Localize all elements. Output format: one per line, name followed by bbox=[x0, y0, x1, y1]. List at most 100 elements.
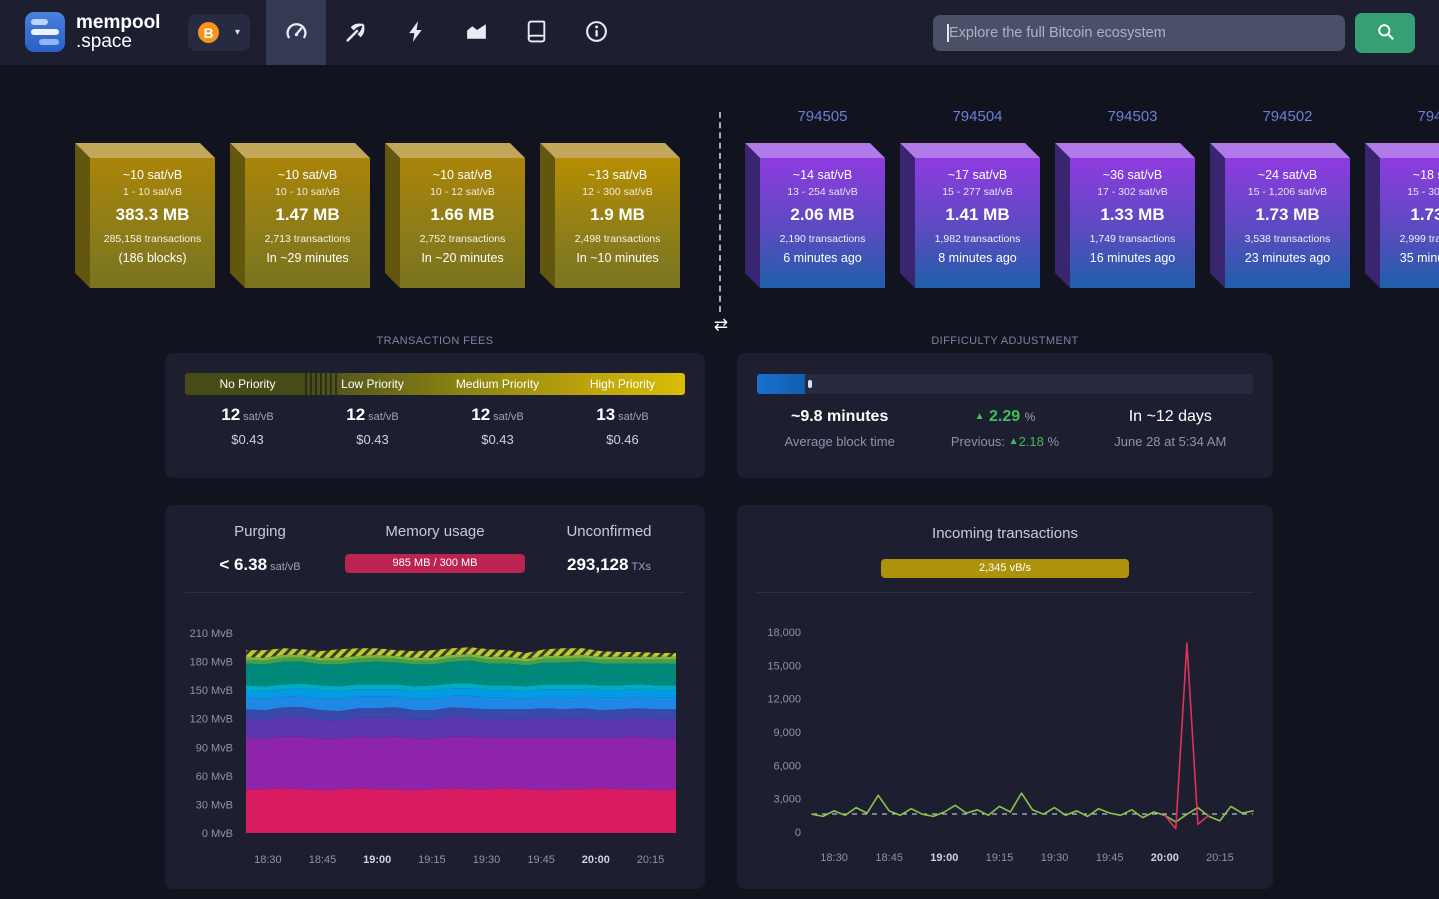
fee-tier: 12sat/vB $0.43 bbox=[310, 405, 435, 447]
search-button[interactable] bbox=[1355, 13, 1415, 53]
svg-text:18:30: 18:30 bbox=[254, 854, 282, 866]
transaction-fees-title: TRANSACTION FEES bbox=[165, 335, 705, 347]
block-size: 1.47 MB bbox=[275, 205, 339, 225]
pickaxe-icon bbox=[344, 19, 369, 47]
svg-text:15,000: 15,000 bbox=[767, 660, 801, 672]
block-size: 1.73 MB bbox=[1255, 205, 1319, 225]
block-front-face: ~17 sat/vB 15 - 277 sat/vB 1.41 MB 1,982… bbox=[915, 158, 1040, 288]
network-dropdown[interactable]: B ▾ bbox=[188, 14, 250, 51]
block-fee-range: 15 - 277 sat/vB bbox=[942, 186, 1013, 198]
mined-block[interactable]: ~14 sat/vB 13 - 254 sat/vB 2.06 MB 2,190… bbox=[745, 143, 885, 288]
nav-item-dashboard[interactable] bbox=[266, 0, 326, 65]
block-front-face: ~13 sat/vB 12 - 300 sat/vB 1.9 MB 2,498 … bbox=[555, 158, 680, 288]
fee-unit: sat/vB bbox=[368, 411, 399, 423]
bitcoin-icon: B bbox=[198, 22, 219, 43]
svg-text:19:30: 19:30 bbox=[473, 854, 501, 866]
block-size: 1.41 MB bbox=[945, 205, 1009, 225]
svg-text:20:15: 20:15 bbox=[1206, 852, 1234, 864]
difficulty-progress-marker bbox=[808, 380, 812, 388]
block-eta: (186 blocks) bbox=[118, 251, 186, 265]
nav-item-about[interactable] bbox=[566, 0, 626, 65]
block-fee-range: 10 - 12 sat/vB bbox=[430, 186, 495, 198]
difficulty-stats: ~9.8 minutes Average block time ▲ 2.29 %… bbox=[757, 408, 1253, 449]
previous-change-unit: % bbox=[1048, 434, 1060, 449]
fee-tier: 12sat/vB $0.43 bbox=[185, 405, 310, 447]
block-eta: In ~29 minutes bbox=[266, 251, 348, 265]
block-top-face bbox=[1210, 143, 1350, 158]
svg-text:19:00: 19:00 bbox=[363, 854, 391, 866]
book-icon bbox=[524, 19, 549, 47]
avg-block-time-value: ~9.8 minutes bbox=[757, 408, 922, 426]
search-icon bbox=[1376, 22, 1395, 44]
block-tx-count: 3,538 transactions bbox=[1245, 233, 1331, 245]
block-median-fee: ~14 sat/vB bbox=[793, 168, 852, 182]
nav-item-lightning[interactable] bbox=[386, 0, 446, 65]
block-side-face bbox=[540, 143, 555, 288]
mined-block[interactable]: ~24 sat/vB 15 - 1,206 sat/vB 1.73 MB 3,5… bbox=[1210, 143, 1350, 288]
block-front-face: ~14 sat/vB 13 - 254 sat/vB 2.06 MB 2,190… bbox=[760, 158, 885, 288]
svg-text:20:00: 20:00 bbox=[582, 854, 610, 866]
svg-text:180 MvB: 180 MvB bbox=[190, 657, 233, 669]
block-side-face bbox=[230, 143, 245, 288]
difficulty-title: DIFFICULTY ADJUSTMENT bbox=[737, 335, 1273, 347]
fee-tier-label: No Priority bbox=[185, 373, 310, 395]
retarget-eta: In ~12 days bbox=[1088, 408, 1253, 426]
svg-text:19:00: 19:00 bbox=[930, 852, 958, 864]
incoming-transactions-card: Incoming transactions 2,345 vB/s 03,0006… bbox=[737, 505, 1273, 889]
svg-text:19:15: 19:15 bbox=[418, 854, 446, 866]
fee-tier: 12sat/vB $0.43 bbox=[435, 405, 560, 447]
block-front-face: ~18 sat/vB 15 - 300 sat/vB 1.73 MB 2,999… bbox=[1380, 158, 1439, 288]
mempool-block[interactable]: ~10 sat/vB 10 - 10 sat/vB 1.47 MB 2,713 … bbox=[230, 143, 370, 288]
svg-text:3,000: 3,000 bbox=[773, 794, 801, 806]
block-top-face bbox=[745, 143, 885, 158]
mined-block[interactable]: ~36 sat/vB 17 - 302 sat/vB 1.33 MB 1,749… bbox=[1055, 143, 1195, 288]
mempool-block[interactable]: ~13 sat/vB 12 - 300 sat/vB 1.9 MB 2,498 … bbox=[540, 143, 680, 288]
block-fee-range: 13 - 254 sat/vB bbox=[787, 186, 858, 198]
block-median-fee: ~10 sat/vB bbox=[123, 168, 182, 182]
svg-text:18:45: 18:45 bbox=[875, 852, 903, 864]
navbar: mempool .space B ▾ bbox=[0, 0, 1439, 65]
block-age: 35 minutes ago bbox=[1400, 251, 1439, 265]
nav-item-statistics[interactable] bbox=[446, 0, 506, 65]
difficulty-progress-bar bbox=[757, 374, 1253, 394]
svg-text:6,000: 6,000 bbox=[773, 760, 801, 772]
block-side-face bbox=[1365, 143, 1380, 288]
svg-text:12,000: 12,000 bbox=[767, 694, 801, 706]
block-size: 2.06 MB bbox=[790, 205, 854, 225]
previous-change-value: 2.18 bbox=[1019, 434, 1044, 449]
arrow-up-icon: ▲ bbox=[1009, 436, 1019, 447]
mempool-block[interactable]: ~10 sat/vB 10 - 12 sat/vB 1.66 MB 2,752 … bbox=[385, 143, 525, 288]
block-height-link[interactable]: 794503 bbox=[1070, 108, 1195, 125]
avg-block-time: ~9.8 minutes Average block time bbox=[757, 408, 922, 449]
block-tx-count: 2,752 transactions bbox=[420, 233, 506, 245]
block-tx-count: 2,999 transactions bbox=[1400, 233, 1439, 245]
fee-tier-label: High Priority bbox=[560, 373, 685, 395]
block-height-link[interactable]: 794502 bbox=[1225, 108, 1350, 125]
swap-arrows-icon[interactable]: ⇄ bbox=[705, 315, 737, 335]
block-tx-count: 285,158 transactions bbox=[104, 233, 201, 245]
block-height-link[interactable]: 794505 bbox=[760, 108, 885, 125]
block-size: 1.66 MB bbox=[430, 205, 494, 225]
svg-text:150 MvB: 150 MvB bbox=[190, 685, 233, 697]
chain-divider bbox=[719, 112, 721, 312]
nav-item-mining[interactable] bbox=[326, 0, 386, 65]
block-tx-count: 2,713 transactions bbox=[265, 233, 351, 245]
logo[interactable]: mempool .space bbox=[25, 12, 160, 52]
block-tx-count: 1,749 transactions bbox=[1090, 233, 1176, 245]
search-input[interactable] bbox=[933, 15, 1345, 51]
block-tx-count: 2,498 transactions bbox=[575, 233, 661, 245]
mempool-block[interactable]: ~10 sat/vB 1 - 10 sat/vB 383.3 MB 285,15… bbox=[75, 143, 215, 288]
mined-block[interactable]: ~17 sat/vB 15 - 277 sat/vB 1.41 MB 1,982… bbox=[900, 143, 1040, 288]
block-eta: In ~10 minutes bbox=[576, 251, 658, 265]
block-fee-range: 10 - 10 sat/vB bbox=[275, 186, 340, 198]
block-height-link[interactable]: 794504 bbox=[915, 108, 1040, 125]
svg-text:0 MvB: 0 MvB bbox=[202, 828, 233, 840]
difficulty-change: ▲ 2.29 % Previous: ▲2.18 % bbox=[922, 408, 1087, 449]
mined-block[interactable]: ~18 sat/vB 15 - 300 sat/vB 1.73 MB 2,999… bbox=[1365, 143, 1439, 288]
block-age: 6 minutes ago bbox=[783, 251, 862, 265]
block-height-link[interactable]: 794501 bbox=[1380, 108, 1439, 125]
mempool-size-chart: 0 MvB30 MvB60 MvB90 MvB120 MvB150 MvB180… bbox=[165, 505, 705, 889]
nav-item-docs[interactable] bbox=[506, 0, 566, 65]
retarget-estimate: In ~12 days June 28 at 5:34 AM bbox=[1088, 408, 1253, 449]
block-median-fee: ~10 sat/vB bbox=[278, 168, 337, 182]
